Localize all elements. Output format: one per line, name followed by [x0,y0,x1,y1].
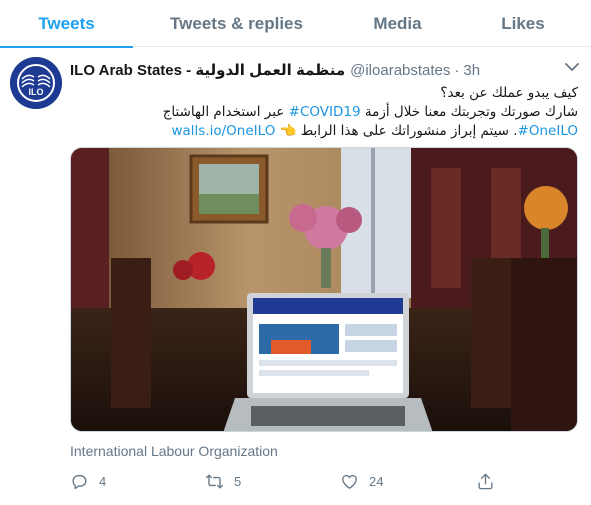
retweet-icon [205,473,224,489]
tab-likes[interactable]: Likes [455,0,591,47]
author-name[interactable]: ILO Arab States - منظمة العمل الدولية [70,61,345,79]
tab-media[interactable]: Media [340,0,455,47]
heart-icon [342,474,357,489]
share-button[interactable] [476,470,495,492]
tweet-line-3: #OneILO. سيتم إبراز منشوراتك على هذا الر… [70,122,578,141]
tweet-text-segment: شارك صورتك وتجربتك معنا خلال أزمة [360,104,578,120]
tab-tweets[interactable]: Tweets [0,0,133,48]
like-button[interactable]: 24 [340,470,383,492]
pointing-hand-emoji: 👈 [279,123,297,139]
share-icon [478,473,493,489]
tweet-photo[interactable] [70,147,578,432]
avatar[interactable]: ILO [10,57,62,109]
tweet-text-segment: . سيتم إبراز منشوراتك على هذا الرابط [296,123,518,139]
tweet-line-1: كيف يبدو عملك عن بعد؟ [70,84,578,103]
walls-link[interactable]: walls.io/OneILO [171,123,275,139]
reply-icon [72,474,87,489]
tab-tweets-and-replies[interactable]: Tweets & replies [133,0,340,47]
tweet-line-2: شارك صورتك وتجربتك معنا خلال أزمة #COVID… [70,103,578,122]
tweet-text: كيف يبدو عملك عن بعد؟ شارك صورتك وتجربتك… [70,84,578,141]
tweet-header: ILO Arab States - منظمة العمل الدولية @i… [70,59,580,81]
hashtag-oneilo[interactable]: #OneILO [518,123,578,139]
hashtag-covid19[interactable]: #COVID19 [289,104,361,120]
svg-text:ILO: ILO [29,87,44,97]
like-count: 24 [369,473,384,489]
retweet-count: 5 [234,473,242,489]
chevron-down-icon[interactable] [562,58,582,76]
retweet-button[interactable]: 5 [205,470,241,492]
photo-illustration [71,148,577,431]
reply-count: 4 [99,473,107,489]
tweet-actions: 4 5 24 [70,470,510,492]
ilo-logo-icon: ILO [10,57,62,109]
profile-tabs: Tweets Tweets & replies Media Likes [0,0,591,48]
author-handle[interactable]: @iloarabstates [350,62,450,79]
tweet-time[interactable]: 3h [463,62,480,79]
card-source[interactable]: International Labour Organization [70,443,278,459]
tweet-text-segment: عبر استخدام الهاشتاج [162,104,289,120]
reply-button[interactable]: 4 [70,470,106,492]
tweet-text-segment: كيف يبدو عملك عن بعد؟ [440,85,578,101]
separator-dot: · [454,61,460,79]
